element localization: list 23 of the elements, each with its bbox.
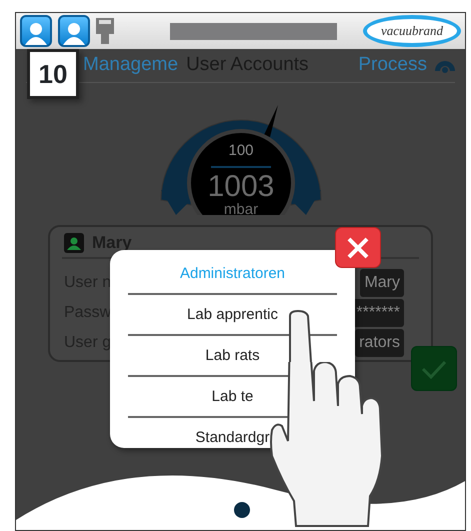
process-icon: [435, 58, 455, 72]
checkmark-icon: [421, 358, 447, 378]
user-button[interactable]: [58, 15, 90, 47]
setpoint-value: 100: [227, 143, 255, 160]
person-icon: [25, 21, 47, 45]
dropdown-option[interactable]: Lab te: [212, 377, 254, 416]
step-number-badge: 10: [27, 49, 79, 99]
unit-label: mbar: [222, 202, 260, 217]
field-value: *******: [352, 299, 404, 327]
dropdown-option[interactable]: Lab apprentic: [187, 295, 278, 334]
field-value: rators: [355, 329, 404, 357]
pressure-value: 1003: [206, 170, 276, 203]
close-icon: [347, 236, 369, 258]
dropdown-option[interactable]: Standardgr: [195, 418, 270, 457]
brand-logo: vacuubrand: [363, 15, 461, 47]
field-value: Mary: [360, 269, 404, 297]
pointing-finger-drawing: [288, 310, 312, 362]
close-button[interactable]: [335, 227, 381, 268]
ethernet-icon: [96, 18, 114, 44]
dropdown-option[interactable]: Lab rats: [205, 336, 260, 375]
user-icon: [64, 232, 84, 253]
person-icon: [63, 21, 85, 45]
user-button[interactable]: [20, 15, 52, 47]
